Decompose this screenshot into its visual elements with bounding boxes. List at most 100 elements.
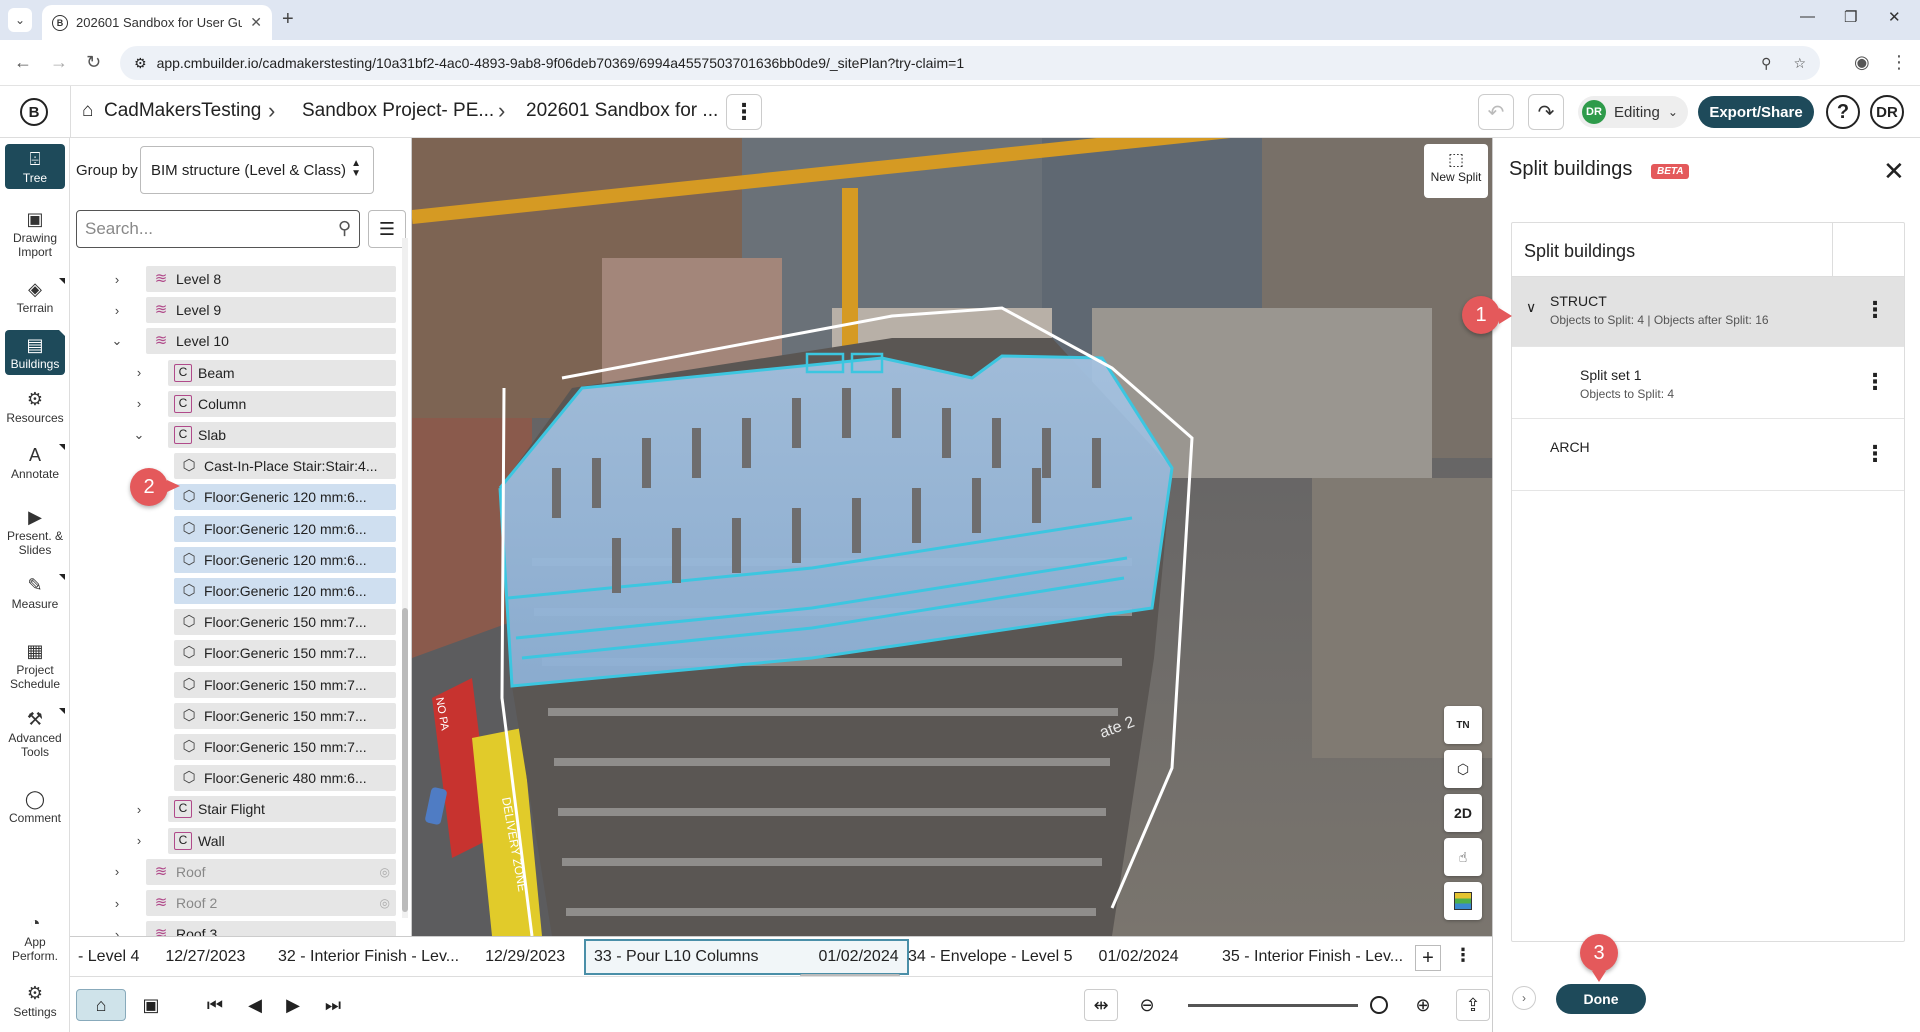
chevron-down-icon[interactable]: ⌄ [130,427,148,443]
view-cube-button[interactable]: ⬡ [1444,750,1482,788]
breadcrumb-project[interactable]: Sandbox Project- PE... [302,100,494,122]
level-layers-icon: ≋ [154,332,168,350]
skip-end-icon: ⏭ [324,994,342,1015]
tool-rail: ⌹ Tree ▣ Drawing Import ◈ Terrain ▤ Building… [0,138,70,1032]
timeline-menu-icon[interactable]: ⋮ [1454,945,1472,966]
step-back-button[interactable]: ◀ [238,989,272,1021]
minimize-icon[interactable]: — [1800,8,1815,25]
rail-resources[interactable]: ⚙ Resources [5,388,65,425]
visibility-hidden-icon[interactable]: ◎ [380,896,390,910]
chevron-down-icon[interactable]: ∨ [1526,299,1536,316]
chevron-right-icon[interactable]: › [130,833,148,848]
color-legend-button[interactable] [1444,882,1482,920]
rail-tree[interactable]: ⌹ Tree [5,144,65,189]
chevron-right-icon[interactable]: › [130,802,148,817]
chevron-right-icon[interactable]: › [130,365,148,380]
done-button[interactable]: Done [1556,984,1646,1014]
chevron-right-icon[interactable]: › [108,303,126,318]
reload-icon[interactable]: ↻ [86,52,101,73]
home-icon[interactable]: ⌂ [82,100,93,122]
chevron-down-icon[interactable]: ⌄ [108,333,126,349]
split-set-struct[interactable]: ∨ STRUCT Objects to Split: 4 | Objects a… [1512,277,1904,347]
visibility-hidden-icon[interactable]: ◎ [380,865,390,879]
restore-icon[interactable]: ❐ [1844,8,1857,26]
rail-measure[interactable]: ✎ Measure [5,574,65,611]
fit-range-button[interactable]: ⇹ [1084,989,1118,1021]
rail-advanced[interactable]: ⚒ Advanced Tools [5,708,65,759]
redo-button[interactable]: ↷ [1528,94,1564,130]
tree-scrollbar[interactable] [402,238,408,918]
tab-search-button[interactable]: ⌄ [8,8,32,32]
level-layers-icon: ≋ [154,862,168,880]
chevron-right-icon[interactable]: › [108,896,126,911]
rail-terrain[interactable]: ◈ Terrain [5,278,65,315]
rail-buildings[interactable]: ▤ Buildings [5,330,65,375]
app-logo[interactable]: B [20,98,48,126]
tree-search-input[interactable]: Search... ⚲ [76,210,360,248]
rail-settings[interactable]: ⚙ Settings [5,982,65,1019]
set-menu-icon[interactable]: ⋮ [1864,369,1886,395]
rail-present[interactable]: ▶ Present. & Slides [5,506,65,557]
timeline-task-active[interactable]: 33 - Pour L10 Columns 01/02/2024 [584,939,909,975]
breadcrumb-org[interactable]: CadMakersTesting [104,100,261,122]
profile-icon[interactable]: ◉ [1854,52,1870,73]
rail-schedule[interactable]: ▦ Project Schedule [5,640,65,691]
site-info-icon[interactable]: ⚙ [134,55,147,72]
rail-annotate[interactable]: A Annotate [5,444,65,481]
user-avatar[interactable]: DR [1870,95,1904,129]
2d-toggle-button[interactable]: 2D [1444,794,1482,832]
breadcrumb-model[interactable]: 202601 Sandbox for ... [526,100,718,122]
timeline-task[interactable]: 32 - Interior Finish - Lev... 12/29/2023 [278,937,565,977]
split-set-1[interactable]: Split set 1 Objects to Split: 4 ⋮ [1512,347,1904,419]
zoom-slider[interactable] [1188,1004,1358,1007]
new-tab-button[interactable]: + [282,8,294,31]
slides-view-button[interactable]: ▣ [134,989,168,1021]
skip-to-start-button[interactable]: ⏮ [198,989,232,1021]
rail-comment[interactable]: ◯ Comment [5,788,65,825]
close-window-icon[interactable]: ✕ [1888,8,1901,26]
rail-app-performance[interactable]: ◔ App Perform. [5,912,65,963]
project-menu-button[interactable]: ⋮ [726,94,762,130]
export-timeline-button[interactable]: ⇪ [1456,989,1490,1021]
browser-tab[interactable]: B 202601 Sandbox for User Guide ✕ [42,5,272,40]
group-by-select[interactable]: BIM structure (Level & Class) ▲ ▼ [140,146,374,194]
split-set-arch[interactable]: ARCH ⋮ [1512,419,1904,491]
chevron-right-icon[interactable]: › [108,272,126,287]
address-bar[interactable]: ⚙ app.cmbuilder.io/cadmakerstesting/10a3… [120,46,1820,80]
zoom-out-button[interactable]: ⊖ [1130,989,1164,1021]
set-menu-icon[interactable]: ⋮ [1864,441,1886,467]
undo-button[interactable]: ↶ [1478,94,1514,130]
north-compass-button[interactable]: TN [1444,706,1482,744]
new-split-button[interactable]: ⬚ New Split [1424,144,1488,198]
3d-viewport[interactable]: DELIVERY ZONE NO PA ate 2 [412,138,1492,936]
rail-drawing-import[interactable]: ▣ Drawing Import [5,208,65,259]
zoom-slider-handle[interactable] [1370,996,1388,1014]
tree-row-label: Floor:Generic 120 mm:6... [204,583,367,599]
zoom-in-button[interactable]: ⊕ [1406,989,1440,1021]
back-icon[interactable]: ← [14,52,32,73]
timeline-task[interactable]: - Level 4 12/27/2023 [78,937,245,977]
object-cube-icon: ⬡ [182,550,196,568]
close-icon[interactable]: ✕ [1883,156,1905,187]
set-menu-icon[interactable]: ⋮ [1864,297,1886,323]
bookmark-star-icon[interactable]: ☆ [1793,55,1806,72]
add-task-button[interactable]: + [1415,945,1441,971]
tab-close-icon[interactable]: ✕ [250,14,262,31]
navigation-mode-button[interactable]: ☝ [1444,838,1482,876]
browser-menu-icon[interactable]: ⋮ [1890,52,1908,73]
help-button[interactable]: ? [1826,95,1860,129]
timeline-task[interactable]: 34 - Envelope - Level 5 01/02/2024 [908,937,1179,977]
chevron-right-icon[interactable]: › [130,396,148,411]
forward-icon[interactable]: → [50,52,68,73]
export-share-button[interactable]: Export/Share [1698,96,1814,128]
zoom-icon[interactable]: ⚲ [1761,55,1771,72]
filter-sort-button[interactable]: ☰ [368,210,406,248]
play-button[interactable]: ▶ [276,989,310,1021]
panel-title: Split buildings [1509,158,1633,180]
editing-mode-dropdown[interactable]: DR Editing ⌄ [1578,96,1688,128]
chevron-right-icon[interactable]: › [108,864,126,879]
expand-panel-icon[interactable]: › [1512,986,1536,1010]
building-view-button[interactable]: ⌂ [76,989,126,1021]
timeline-task[interactable]: 35 - Interior Finish - Lev... [1222,937,1403,977]
skip-to-end-button[interactable]: ⏭ [316,989,350,1021]
